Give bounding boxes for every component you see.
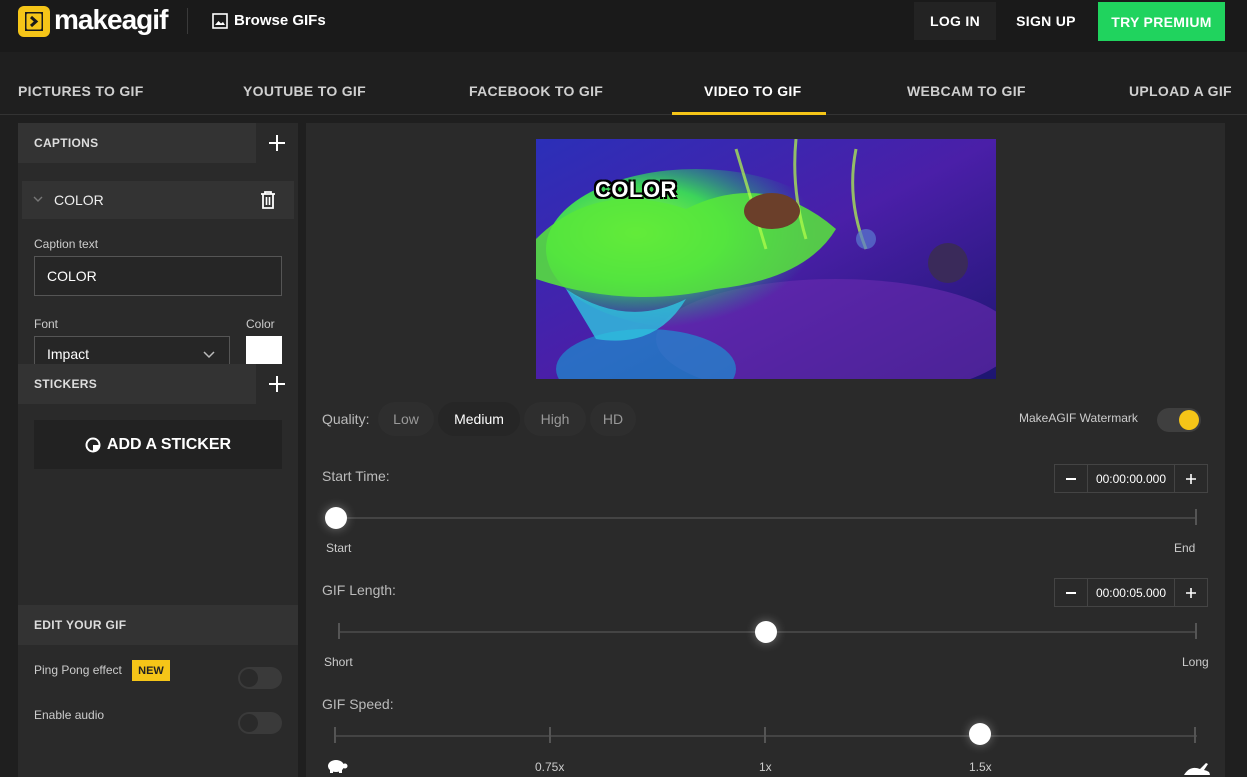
- sidebar: CAPTIONS COLOR Caption text COLOR Font C…: [18, 123, 298, 777]
- preview-image: [536, 139, 996, 379]
- sticker-icon: [85, 437, 101, 452]
- start-time-input[interactable]: 00:00:00.000: [1087, 465, 1175, 492]
- add-sticker-plus-button[interactable]: [256, 364, 298, 404]
- speed-tick: [334, 727, 336, 743]
- tab-video-to-gif[interactable]: VIDEO TO GIF: [704, 83, 801, 99]
- watermark-label: MakeAGIF Watermark: [1019, 411, 1138, 425]
- login-button[interactable]: LOG IN: [914, 2, 996, 40]
- tab-facebook-to-gif[interactable]: FACEBOOK TO GIF: [469, 83, 603, 99]
- ping-pong-toggle[interactable]: [238, 667, 282, 689]
- plus-icon: [1186, 587, 1196, 598]
- gif-length-increment[interactable]: [1175, 579, 1207, 606]
- add-sticker-label: ADD A STICKER: [106, 435, 232, 453]
- font-label: Font: [34, 317, 59, 331]
- gif-speed-track[interactable]: [335, 735, 1197, 737]
- plus-icon: [1186, 473, 1196, 484]
- caption-item[interactable]: COLOR: [22, 181, 294, 219]
- chevron-down-icon: [203, 351, 215, 359]
- gif-length-stepper: 00:00:05.000: [1054, 578, 1208, 607]
- gif-speed-slider-handle[interactable]: [969, 723, 991, 745]
- tab-pictures-to-gif[interactable]: PICTURES TO GIF: [18, 83, 144, 99]
- gif-length-decrement[interactable]: [1055, 579, 1087, 606]
- font-select-value: Impact: [47, 346, 90, 362]
- color-label: Color: [246, 317, 275, 331]
- gif-length-input[interactable]: 00:00:05.000: [1087, 579, 1175, 606]
- quality-high[interactable]: High: [524, 402, 586, 436]
- start-time-increment[interactable]: [1175, 465, 1207, 492]
- logo-text[interactable]: makeagif: [54, 4, 168, 36]
- ping-pong-label: Ping Pong effect: [34, 663, 122, 677]
- turtle-icon: [328, 760, 348, 773]
- speed-tick: [549, 727, 551, 743]
- captions-title: CAPTIONS: [34, 136, 99, 150]
- browse-gifs-label: Browse GIFs: [234, 12, 326, 29]
- gif-length-start-tick: [338, 623, 340, 639]
- logo-icon[interactable]: [18, 6, 50, 37]
- start-label: Start: [326, 541, 352, 555]
- color-swatch[interactable]: [246, 336, 282, 364]
- enable-audio-label: Enable audio: [34, 708, 105, 722]
- tab-webcam-to-gif[interactable]: WEBCAM TO GIF: [907, 83, 1026, 99]
- captions-header: CAPTIONS: [18, 123, 298, 163]
- quality-low[interactable]: Low: [378, 402, 434, 436]
- speed-label-1: 1x: [759, 760, 772, 774]
- stickers-title: STICKERS: [34, 377, 98, 391]
- source-tabs: PICTURES TO GIF YOUTUBE TO GIF FACEBOOK …: [0, 66, 1247, 115]
- chevron-down-icon[interactable]: [32, 193, 44, 205]
- watermark-toggle[interactable]: [1157, 408, 1201, 432]
- quality-hd[interactable]: HD: [590, 402, 636, 436]
- caption-item-name: COLOR: [54, 192, 104, 208]
- start-time-stepper: 00:00:00.000: [1054, 464, 1208, 493]
- try-premium-button[interactable]: TRY PREMIUM: [1098, 2, 1225, 41]
- top-bar: makeagif Browse GIFs LOG IN SIGN UP TRY …: [0, 0, 1247, 52]
- plus-icon: [269, 376, 285, 392]
- minus-icon: [1066, 591, 1076, 594]
- gif-preview: COLOR: [536, 139, 996, 379]
- rabbit-icon: [1184, 763, 1210, 775]
- edit-gif-header: EDIT YOUR GIF: [18, 605, 298, 645]
- start-time-track[interactable]: [336, 517, 1196, 519]
- toggle-knob: [1179, 410, 1199, 430]
- gif-speed-label: GIF Speed:: [322, 696, 394, 712]
- quality-medium[interactable]: Medium: [438, 402, 520, 436]
- trash-icon[interactable]: [260, 191, 276, 209]
- browse-gifs-link[interactable]: Browse GIFs: [212, 12, 326, 29]
- speed-label-15: 1.5x: [969, 760, 992, 774]
- divider: [187, 8, 188, 34]
- start-time-slider-handle[interactable]: [325, 507, 347, 529]
- speed-tick: [1194, 727, 1196, 743]
- gif-length-end-tick: [1195, 623, 1197, 639]
- minus-icon: [1066, 477, 1076, 480]
- long-label: Long: [1182, 655, 1209, 669]
- quality-label: Quality:: [322, 411, 370, 427]
- short-label: Short: [324, 655, 353, 669]
- toggle-knob: [240, 714, 258, 732]
- add-caption-button[interactable]: [256, 123, 298, 163]
- speed-tick: [764, 727, 766, 743]
- tab-youtube-to-gif[interactable]: YOUTUBE TO GIF: [243, 83, 366, 99]
- active-tab-indicator: [672, 112, 826, 115]
- enable-audio-toggle[interactable]: [238, 712, 282, 734]
- stickers-header: STICKERS: [18, 364, 298, 404]
- end-label: End: [1174, 541, 1196, 555]
- start-time-label: Start Time:: [322, 468, 390, 484]
- image-icon: [212, 12, 228, 29]
- signup-button[interactable]: SIGN UP: [1004, 2, 1088, 40]
- start-time-decrement[interactable]: [1055, 465, 1087, 492]
- font-select[interactable]: Impact: [34, 336, 230, 364]
- toggle-knob: [240, 669, 258, 687]
- speed-label-075: 0.75x: [535, 760, 565, 774]
- preview-caption: COLOR: [595, 177, 677, 202]
- gif-length-label: GIF Length:: [322, 582, 396, 598]
- new-badge: NEW: [132, 660, 170, 681]
- caption-text-label: Caption text: [34, 237, 99, 251]
- editor-panel: COLOR Quality: Low Medium High HD MakeAG…: [306, 123, 1225, 777]
- gif-length-slider-handle[interactable]: [755, 621, 777, 643]
- caption-text-input[interactable]: COLOR: [34, 256, 282, 296]
- start-time-end-tick: [1195, 509, 1197, 525]
- tab-upload-a-gif[interactable]: UPLOAD A GIF: [1129, 83, 1232, 99]
- add-sticker-button[interactable]: ADD A STICKER: [34, 420, 282, 469]
- edit-gif-title: EDIT YOUR GIF: [34, 618, 127, 632]
- plus-icon: [269, 135, 285, 151]
